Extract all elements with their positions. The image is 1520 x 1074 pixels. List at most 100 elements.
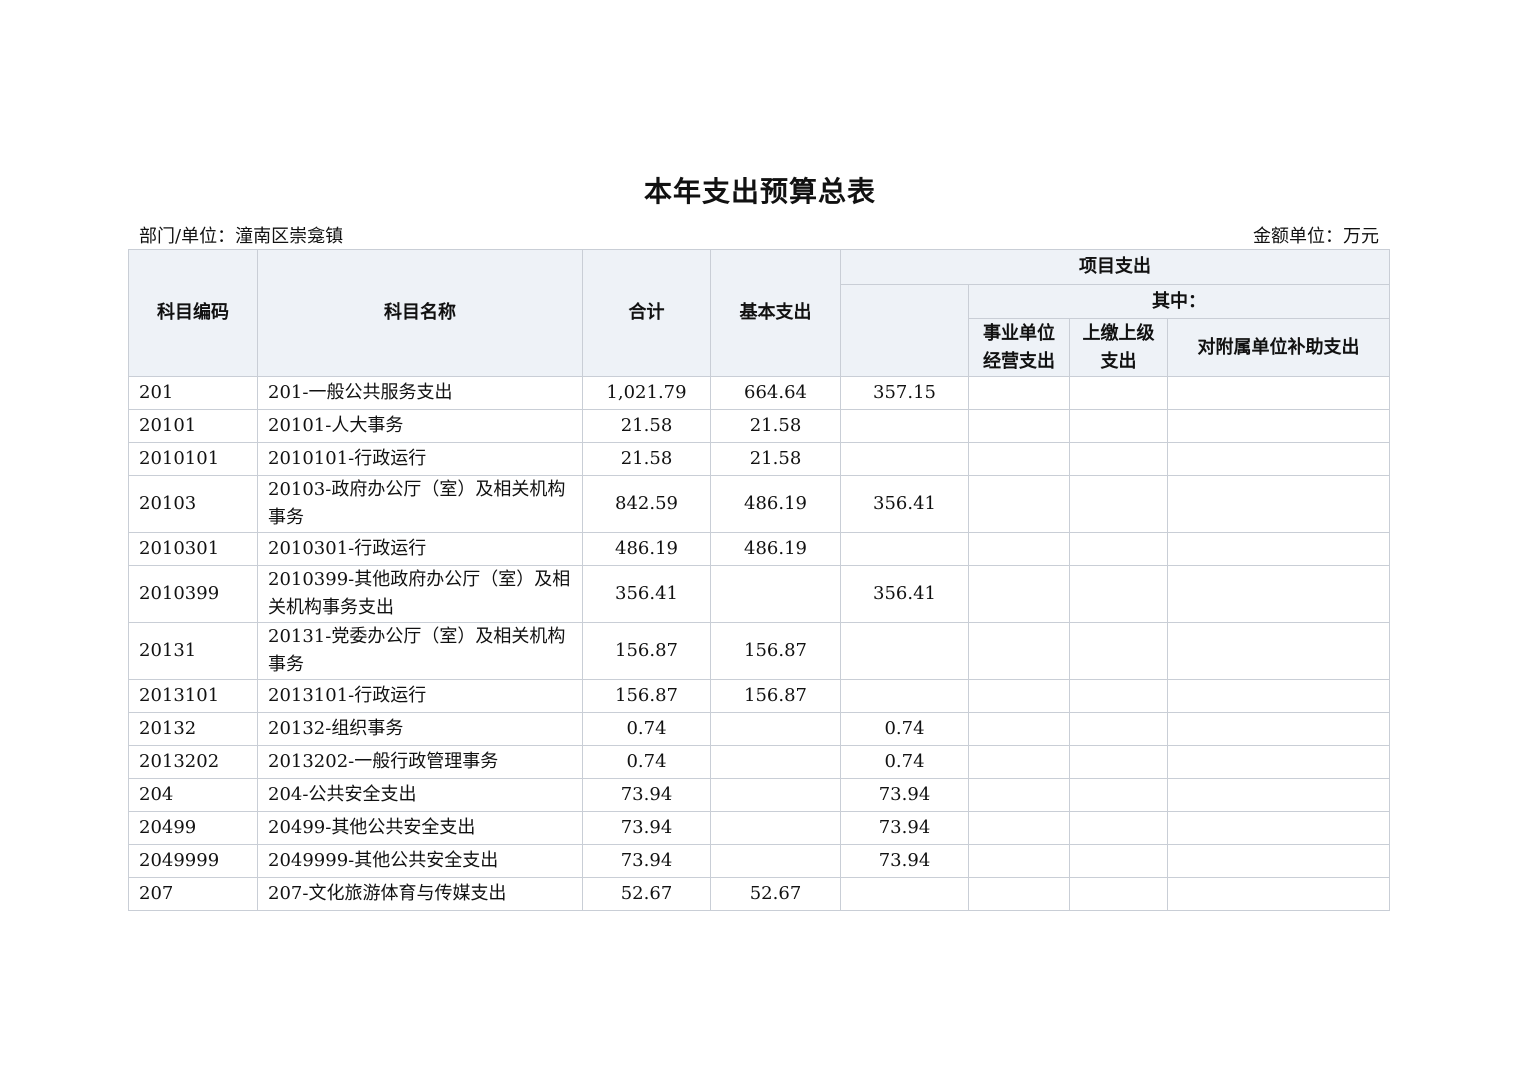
cell-basic bbox=[710, 565, 841, 623]
cell-code: 2049999 bbox=[128, 844, 258, 878]
table-row: 20499 20499-其他公共安全支出 73.94 73.94 bbox=[128, 811, 1390, 845]
cell-total: 73.94 bbox=[582, 844, 711, 878]
cell-basic: 486.19 bbox=[710, 475, 841, 533]
cell-name: 2010301-行政运行 bbox=[257, 532, 583, 566]
cell-upper-pay bbox=[1069, 565, 1168, 623]
cell-total: 0.74 bbox=[582, 745, 711, 779]
cell-subsidy bbox=[1167, 376, 1390, 410]
header-total: 合计 bbox=[582, 249, 711, 377]
header-business-ops: 事业单位经营支出 bbox=[968, 318, 1070, 377]
cell-basic: 156.87 bbox=[710, 622, 841, 680]
cell-project: 356.41 bbox=[840, 475, 969, 533]
cell-basic bbox=[710, 844, 841, 878]
table-row: 20132 20132-组织事务 0.74 0.74 bbox=[128, 712, 1390, 746]
cell-upper-pay bbox=[1069, 778, 1168, 812]
cell-subsidy bbox=[1167, 712, 1390, 746]
cell-basic: 21.58 bbox=[710, 442, 841, 476]
header-code: 科目编码 bbox=[128, 249, 258, 377]
cell-total: 73.94 bbox=[582, 778, 711, 812]
cell-total: 52.67 bbox=[582, 877, 711, 911]
table-body: 201 201-一般公共服务支出 1,021.79 664.64 357.15 20101… bbox=[128, 376, 1390, 911]
page-title: 本年支出预算总表 bbox=[643, 175, 876, 208]
table-row: 2049999 2049999-其他公共安全支出 73.94 73.94 bbox=[128, 844, 1390, 878]
cell-business-ops bbox=[968, 532, 1070, 566]
cell-subsidy bbox=[1167, 778, 1390, 812]
cell-business-ops bbox=[968, 442, 1070, 476]
cell-business-ops bbox=[968, 844, 1070, 878]
header-project: 项目支出 bbox=[840, 249, 1390, 285]
cell-upper-pay bbox=[1069, 745, 1168, 779]
cell-business-ops bbox=[968, 679, 1070, 713]
cell-project bbox=[840, 877, 969, 911]
cell-basic: 664.64 bbox=[710, 376, 841, 410]
table-row: 201 201-一般公共服务支出 1,021.79 664.64 357.15 bbox=[128, 376, 1390, 410]
cell-subsidy bbox=[1167, 811, 1390, 845]
cell-total: 486.19 bbox=[582, 532, 711, 566]
cell-subsidy bbox=[1167, 622, 1390, 680]
cell-total: 21.58 bbox=[582, 409, 711, 443]
cell-project: 0.74 bbox=[840, 745, 969, 779]
cell-code: 20132 bbox=[128, 712, 258, 746]
cell-upper-pay bbox=[1069, 442, 1168, 476]
cell-business-ops bbox=[968, 811, 1070, 845]
cell-code: 20131 bbox=[128, 622, 258, 680]
cell-name: 201-一般公共服务支出 bbox=[257, 376, 583, 410]
cell-basic bbox=[710, 745, 841, 779]
header-name: 科目名称 bbox=[257, 249, 583, 377]
cell-subsidy bbox=[1167, 565, 1390, 623]
cell-business-ops bbox=[968, 877, 1070, 911]
table-row: 2013101 2013101-行政运行 156.87 156.87 bbox=[128, 679, 1390, 713]
cell-name: 2013202-一般行政管理事务 bbox=[257, 745, 583, 779]
cell-subsidy bbox=[1167, 745, 1390, 779]
cell-business-ops bbox=[968, 622, 1070, 680]
cell-subsidy bbox=[1167, 475, 1390, 533]
cell-subsidy bbox=[1167, 409, 1390, 443]
table-row: 207 207-文化旅游体育与传媒支出 52.67 52.67 bbox=[128, 877, 1390, 911]
cell-basic: 52.67 bbox=[710, 877, 841, 911]
cell-name: 2010101-行政运行 bbox=[257, 442, 583, 476]
cell-project: 0.74 bbox=[840, 712, 969, 746]
table-row: 20101 20101-人大事务 21.58 21.58 bbox=[128, 409, 1390, 443]
cell-code: 20103 bbox=[128, 475, 258, 533]
cell-name: 2010399-其他政府办公厅（室）及相关机构事务支出 bbox=[257, 565, 583, 623]
cell-code: 201 bbox=[128, 376, 258, 410]
cell-basic: 21.58 bbox=[710, 409, 841, 443]
cell-upper-pay bbox=[1069, 475, 1168, 533]
cell-upper-pay bbox=[1069, 811, 1168, 845]
cell-basic bbox=[710, 712, 841, 746]
table-row: 20103 20103-政府办公厅（室）及相关机构事务 842.59 486.19 35… bbox=[128, 475, 1390, 533]
cell-project bbox=[840, 409, 969, 443]
cell-basic bbox=[710, 811, 841, 845]
department-label: 部门/单位：潼南区崇龛镇 bbox=[139, 226, 344, 247]
table-row: 2010101 2010101-行政运行 21.58 21.58 bbox=[128, 442, 1390, 476]
cell-business-ops bbox=[968, 475, 1070, 533]
cell-upper-pay bbox=[1069, 532, 1168, 566]
unit-label: 金额单位：万元 bbox=[1253, 226, 1379, 247]
table-row: 2010301 2010301-行政运行 486.19 486.19 bbox=[128, 532, 1390, 566]
budget-table: 科目编码 科目名称 合计 基本支出 项目支出 其中： 事业单位经营支出 上缴上级… bbox=[128, 249, 1390, 911]
cell-project bbox=[840, 442, 969, 476]
cell-subsidy bbox=[1167, 679, 1390, 713]
cell-subsidy bbox=[1167, 844, 1390, 878]
cell-basic: 486.19 bbox=[710, 532, 841, 566]
cell-name: 2049999-其他公共安全支出 bbox=[257, 844, 583, 878]
cell-upper-pay bbox=[1069, 409, 1168, 443]
cell-upper-pay bbox=[1069, 679, 1168, 713]
cell-subsidy bbox=[1167, 442, 1390, 476]
cell-name: 20101-人大事务 bbox=[257, 409, 583, 443]
cell-upper-pay bbox=[1069, 622, 1168, 680]
cell-project: 73.94 bbox=[840, 778, 969, 812]
cell-total: 842.59 bbox=[582, 475, 711, 533]
cell-code: 2010399 bbox=[128, 565, 258, 623]
cell-name: 207-文化旅游体育与传媒支出 bbox=[257, 877, 583, 911]
cell-project: 73.94 bbox=[840, 844, 969, 878]
cell-business-ops bbox=[968, 778, 1070, 812]
cell-total: 156.87 bbox=[582, 679, 711, 713]
cell-project bbox=[840, 679, 969, 713]
cell-code: 20499 bbox=[128, 811, 258, 845]
cell-upper-pay bbox=[1069, 877, 1168, 911]
cell-code: 2013101 bbox=[128, 679, 258, 713]
cell-project: 357.15 bbox=[840, 376, 969, 410]
cell-business-ops bbox=[968, 376, 1070, 410]
header-of-which: 其中： bbox=[968, 284, 1390, 319]
